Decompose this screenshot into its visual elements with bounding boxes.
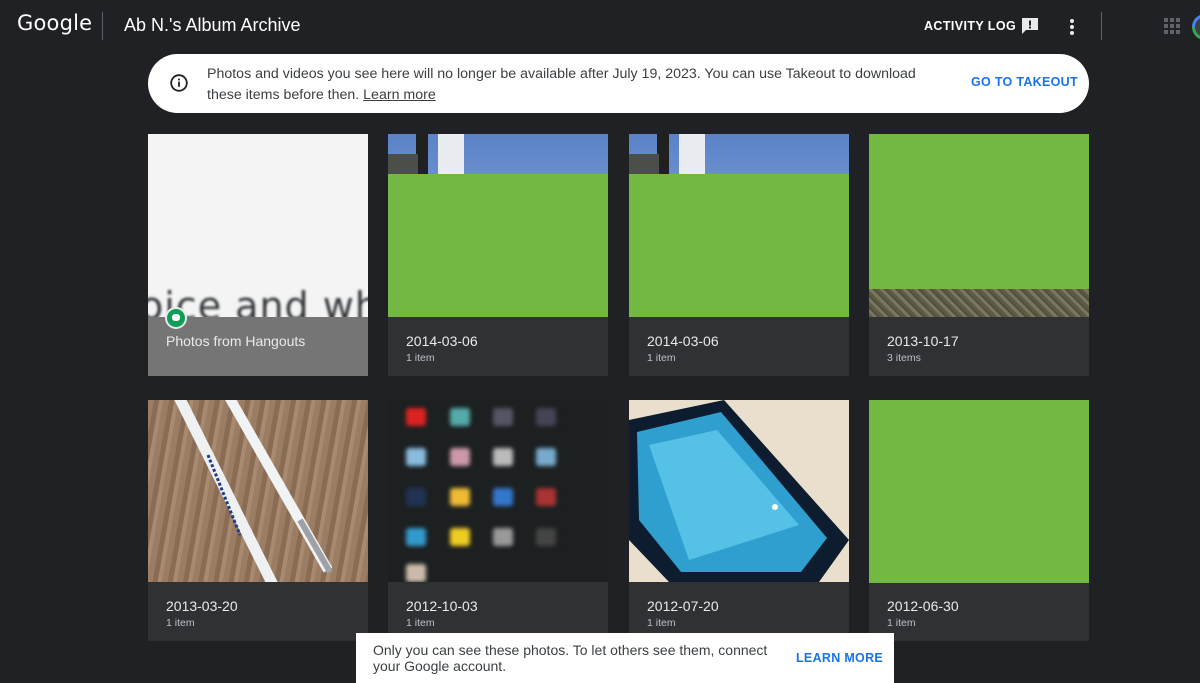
- album-title: 2013-03-20: [166, 598, 238, 614]
- apps-grid-icon[interactable]: [1164, 18, 1180, 34]
- page-title: Ab N.'s Album Archive: [124, 15, 301, 35]
- banner-text: Photos and videos you see here will no l…: [207, 66, 916, 103]
- album-thumbnail: [629, 400, 849, 582]
- album-card[interactable]: 2014-03-06 1 item: [629, 134, 849, 376]
- album-thumbnail: [629, 134, 849, 317]
- album-thumbnail: [869, 134, 1089, 317]
- album-title: 2012-07-20: [647, 598, 719, 614]
- album-card[interactable]: 2012-10-03 1 item: [388, 400, 608, 641]
- album-title: Photos from Hangouts: [166, 333, 306, 349]
- album-title: 2014-03-06: [647, 333, 719, 349]
- album-item-count: 1 item: [887, 617, 916, 629]
- album-title: 2013-10-17: [887, 333, 959, 349]
- learn-more-link[interactable]: Learn more: [363, 87, 436, 103]
- album-thumbnail: [388, 134, 608, 317]
- album-title: 2012-06-30: [887, 598, 959, 614]
- go-to-takeout-button[interactable]: GO TO TAKEOUT: [971, 75, 1078, 89]
- header-divider: [102, 12, 103, 40]
- album-card[interactable]: oice and wh Photos from Hangouts: [148, 134, 368, 376]
- feedback-icon[interactable]: [1020, 16, 1040, 36]
- activity-log-button[interactable]: ACTIVITY LOG: [924, 19, 1016, 33]
- album-item-count: 3 items: [887, 352, 921, 364]
- album-item-count: 1 item: [166, 617, 195, 629]
- learn-more-button[interactable]: LEARN MORE: [796, 651, 883, 665]
- album-card[interactable]: 2013-03-20 1 item: [148, 400, 368, 641]
- album-thumbnail: [388, 400, 608, 582]
- header-divider-right: [1101, 12, 1102, 40]
- album-item-count: 1 item: [406, 352, 435, 364]
- deprecation-banner: Photos and videos you see here will no l…: [148, 54, 1089, 113]
- account-avatar[interactable]: [1192, 14, 1200, 40]
- album-thumbnail: [148, 400, 368, 582]
- google-logo[interactable]: Google: [17, 11, 92, 35]
- more-vert-icon[interactable]: [1064, 16, 1080, 38]
- album-title: 2014-03-06: [406, 333, 478, 349]
- pen-photo: [174, 400, 333, 582]
- album-card[interactable]: 2012-07-20 1 item: [629, 400, 849, 641]
- album-item-count: 1 item: [647, 617, 676, 629]
- hangouts-icon: [165, 307, 187, 329]
- album-card[interactable]: 2013-10-17 3 items: [869, 134, 1089, 376]
- info-icon: [170, 74, 188, 92]
- snackbar-message: Only you can see these photos. To let ot…: [373, 642, 768, 674]
- snackbar: Only you can see these photos. To let ot…: [356, 633, 894, 683]
- album-thumbnail: [869, 400, 1089, 583]
- album-card[interactable]: 2012-06-30 1 item: [869, 400, 1089, 641]
- album-item-count: 1 item: [647, 352, 676, 364]
- banner-message: Photos and videos you see here will no l…: [207, 64, 947, 106]
- phone-photo: [629, 400, 849, 582]
- album-item-count: 1 item: [406, 617, 435, 629]
- album-title: 2012-10-03: [406, 598, 478, 614]
- top-app-bar: Google Ab N.'s Album Archive ACTIVITY LO…: [0, 0, 1200, 52]
- album-card[interactable]: 2014-03-06 1 item: [388, 134, 608, 376]
